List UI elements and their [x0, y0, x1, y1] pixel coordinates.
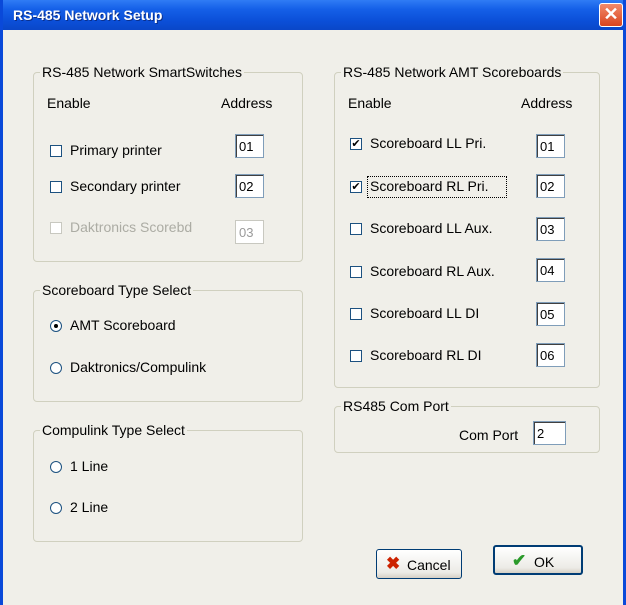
- scoreboard-type-group: Scoreboard Type Select: [33, 282, 303, 402]
- checkbox-label: Scoreboard RL DI: [370, 347, 482, 363]
- com-port-label: Com Port: [459, 427, 519, 443]
- cancel-button-label: Cancel: [407, 557, 451, 573]
- checkbox-box[interactable]: ✔: [350, 138, 362, 150]
- window-title: RS-485 Network Setup: [13, 7, 163, 23]
- checkbox-box[interactable]: [50, 181, 62, 193]
- com-port-field[interactable]: 2: [533, 421, 566, 445]
- scoreboard-rl-pri-address-field[interactable]: 02: [536, 174, 565, 198]
- smartswitches-address-header: Address: [221, 95, 273, 111]
- checkbox-box[interactable]: [50, 145, 62, 157]
- checkbox-label: Daktronics Scorebd: [70, 219, 193, 235]
- checkbox-box[interactable]: ✔: [350, 181, 362, 193]
- close-button[interactable]: ✕: [599, 3, 623, 27]
- compulink-type-legend: Compulink Type Select: [42, 422, 185, 438]
- radio-button[interactable]: [50, 461, 62, 473]
- checkbox-box[interactable]: [50, 222, 62, 234]
- checkbox-box[interactable]: [350, 223, 362, 235]
- checkbox-label: Scoreboard RL Aux.: [370, 263, 495, 279]
- com-port-legend: RS485 Com Port: [343, 398, 449, 414]
- radio-label: AMT Scoreboard: [70, 317, 176, 333]
- checkbox-box[interactable]: [350, 308, 362, 320]
- checkbox-label: Scoreboard LL DI: [370, 305, 480, 321]
- daktronics-scorebd-address-field[interactable]: 03: [235, 220, 264, 244]
- ok-button-label: OK: [534, 554, 555, 570]
- primary-printer-address-field[interactable]: 01: [235, 134, 264, 158]
- checkbox-box[interactable]: [350, 266, 362, 278]
- checkbox-box[interactable]: [350, 350, 362, 362]
- cancel-x-icon: ✖: [386, 554, 401, 573]
- checkbox-label: Scoreboard LL Pri.: [370, 135, 487, 151]
- smartswitches-enable-header: Enable: [47, 95, 91, 111]
- dialog-window: RS-485 Network Setup ✕ RS-485 Network Sm…: [0, 0, 626, 605]
- radio-label: Daktronics/Compulink: [70, 359, 207, 375]
- scoreboard-type-legend: Scoreboard Type Select: [42, 282, 192, 298]
- smartswitches-legend: RS-485 Network SmartSwitches: [42, 64, 242, 80]
- ok-button[interactable]: ✔ OK: [493, 545, 583, 575]
- radio-button[interactable]: [50, 320, 62, 332]
- radio-button[interactable]: [50, 362, 62, 374]
- radio-label: 2 Line: [70, 499, 109, 515]
- cancel-button[interactable]: ✖ Cancel: [376, 549, 462, 579]
- checkbox-label: Scoreboard LL Aux.: [370, 220, 493, 236]
- amt-scoreboards-legend: RS-485 Network AMT Scoreboards: [343, 64, 562, 80]
- checkbox-label: Primary printer: [70, 142, 162, 158]
- checkmark-icon: ✔: [512, 551, 527, 570]
- close-icon: ✕: [603, 4, 619, 24]
- scoreboard-ll-pri-address-field[interactable]: 01: [536, 134, 565, 158]
- scoreboard-rl-di-address-field[interactable]: 06: [536, 343, 565, 367]
- title-bar[interactable]: RS-485 Network Setup ✕: [3, 0, 623, 30]
- secondary-printer-address-field[interactable]: 02: [235, 174, 264, 198]
- scoreboard-ll-di-address-field[interactable]: 05: [536, 302, 565, 326]
- amt-address-header: Address: [521, 95, 573, 111]
- checkbox-label: Secondary printer: [70, 178, 181, 194]
- checkbox-label: Scoreboard RL Pri.: [370, 178, 489, 194]
- radio-label: 1 Line: [70, 458, 109, 474]
- scoreboard-ll-aux-address-field[interactable]: 03: [536, 217, 565, 241]
- radio-button[interactable]: [50, 502, 62, 514]
- amt-enable-header: Enable: [348, 95, 392, 111]
- scoreboard-rl-aux-address-field[interactable]: 04: [536, 258, 565, 282]
- compulink-type-group: Compulink Type Select: [33, 422, 303, 542]
